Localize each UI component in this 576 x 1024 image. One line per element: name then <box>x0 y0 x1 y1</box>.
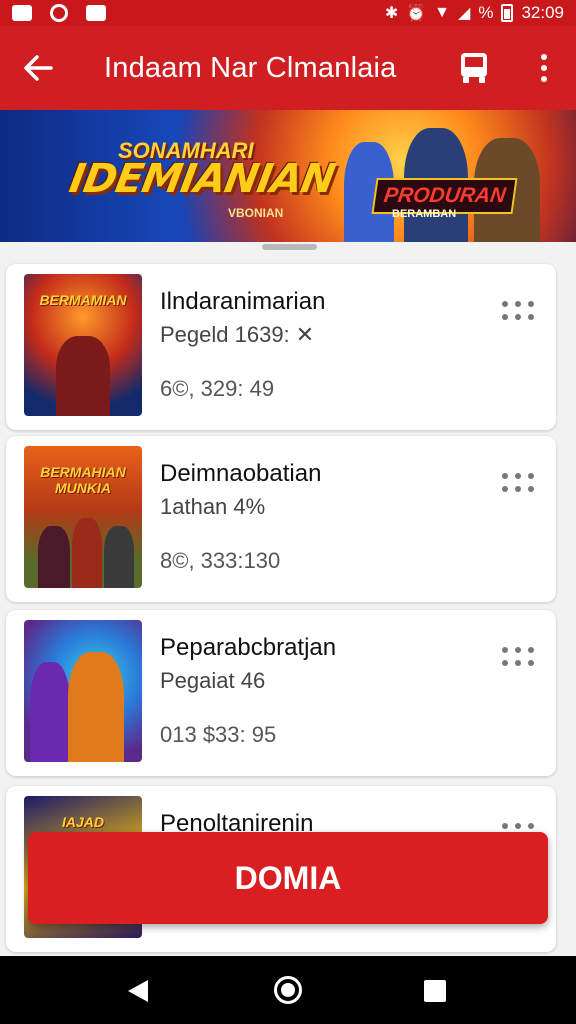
alarm-icon: ⏰ <box>406 5 427 22</box>
thumbnail-figure <box>56 336 110 416</box>
thumbnail-figure <box>68 652 124 762</box>
bus-icon <box>461 53 487 83</box>
thumbnail-label: BERMAMIAN <box>39 292 127 308</box>
nav-recent-icon[interactable] <box>424 980 446 1002</box>
item-menu-button[interactable] <box>500 468 536 496</box>
item-subtitle: Pegaiat 46 <box>160 668 266 693</box>
banner-small-text: VBONIAN <box>228 206 284 220</box>
item-subtitle: Pegeld 1639: ✕ <box>160 322 315 347</box>
battery-percent: % <box>478 3 494 22</box>
clock: 32:09 <box>521 3 564 22</box>
nav-back-icon[interactable] <box>128 980 148 1002</box>
item-thumbnail: BERMAMIAN <box>24 274 142 416</box>
grid-dots-icon <box>502 472 508 479</box>
item-title: Ilndaranimarian <box>160 288 326 315</box>
item-thumbnail <box>24 620 142 762</box>
item-thumbnail: BERMAHIAN MUNKIA <box>24 446 142 588</box>
item-price: 8©, 333:130 <box>160 548 281 573</box>
bus-button[interactable] <box>452 46 496 90</box>
promo-banner[interactable]: SONAMHARI IDEMIANIAN VBONIAN PRODURAN BE… <box>0 110 576 242</box>
banner-badge-sub: BERAMBAN <box>392 208 457 220</box>
signal-icon: ◢ <box>458 5 471 22</box>
battery-icon <box>501 4 514 22</box>
page-title: Indaam Nar Clmanlaia <box>104 51 397 84</box>
thumbnail-label: IAJAD <box>61 814 104 830</box>
bluetooth-icon: ✱ <box>384 5 399 22</box>
system-nav-bar <box>0 956 576 1024</box>
list-item[interactable]: Peparabcbratjan Pegaiat 46 013 $33: 95 <box>6 610 556 776</box>
banner-title: IDEMIANIAN <box>65 156 338 202</box>
primary-action-button[interactable]: DOMIA <box>28 832 548 924</box>
thumbnail-figure <box>72 518 102 588</box>
wifi-icon: ▼ <box>434 4 451 21</box>
drag-handle[interactable] <box>262 244 317 250</box>
item-subtitle: 1athan 4% <box>160 494 266 519</box>
grid-dots-icon <box>502 822 508 829</box>
status-bar: ✱ ⏰ ▼ ◢ % 32:09 <box>0 0 576 26</box>
nav-home-icon[interactable] <box>274 976 302 1004</box>
thumbnail-label: BERMAHIAN MUNKIA <box>40 464 126 496</box>
item-title: Deimnaobatian <box>160 460 322 487</box>
item-menu-button[interactable] <box>500 642 536 670</box>
thumbnail-figure <box>38 526 70 588</box>
item-title: Peparabcbratjan <box>160 634 337 661</box>
thumbnail-figure <box>104 526 134 588</box>
list-item[interactable]: BERMAMIAN Ilndaranimarian Pegeld 1639: ✕… <box>6 264 556 430</box>
app-bar: Indaam Nar Clmanlaia <box>0 26 576 110</box>
arrow-left-icon <box>24 55 53 81</box>
more-vert-icon <box>541 54 547 60</box>
more-options-button[interactable] <box>526 46 562 90</box>
thumbnail-figure <box>30 662 70 762</box>
grid-dots-icon <box>502 646 508 653</box>
gmail-icon <box>12 5 32 21</box>
item-menu-button[interactable] <box>500 296 536 324</box>
back-button[interactable] <box>0 26 76 110</box>
notification-icon <box>50 4 68 22</box>
grid-dots-icon <box>502 300 508 307</box>
app-notification-icon <box>86 5 106 21</box>
item-price: 6©, 329: 49 <box>160 376 275 401</box>
list-item[interactable]: BERMAHIAN MUNKIA Deimnaobatian 1athan 4%… <box>6 436 556 602</box>
item-price: 013 $33: 95 <box>160 722 277 747</box>
